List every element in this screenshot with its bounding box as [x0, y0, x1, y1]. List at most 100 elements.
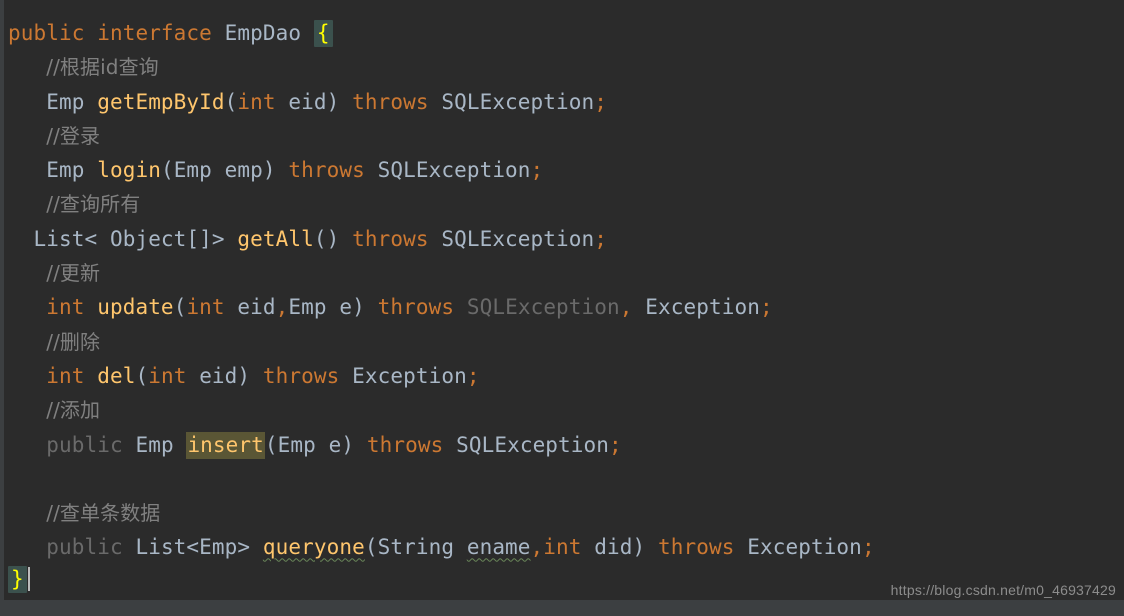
- brace-close-highlight: }: [8, 566, 27, 593]
- comment-update: //更新: [46, 261, 101, 286]
- keyword-throws: throws: [377, 295, 455, 320]
- semicolon: ;: [861, 535, 875, 560]
- comment-query-single-row: //查单条数据: [46, 501, 161, 526]
- return-type-list-emp: List<Emp>: [135, 535, 251, 560]
- param-eid: eid: [288, 89, 327, 114]
- method-queryone-error[interactable]: queryone: [263, 535, 365, 559]
- keyword-int: int: [237, 89, 276, 114]
- code-line-12[interactable]: //添加: [0, 393, 1124, 427]
- keyword-throws: throws: [658, 535, 735, 560]
- code-line-6[interactable]: //查询所有: [0, 187, 1124, 221]
- code-line-11[interactable]: int del(int eid) throws Exception;: [0, 359, 1124, 393]
- keyword-throws: throws: [366, 432, 444, 457]
- comma: ,: [619, 295, 633, 320]
- keyword-public-dimmed: public: [46, 535, 123, 560]
- paren-open: (: [224, 89, 238, 114]
- semicolon: ;: [594, 226, 608, 251]
- keyword-public: public: [8, 21, 85, 45]
- comment-query-all: //查询所有: [46, 192, 141, 217]
- code-line-2[interactable]: //根据id查询: [0, 50, 1124, 84]
- paren-open: (: [264, 432, 278, 457]
- brace-open-highlight: {: [313, 20, 333, 47]
- code-line-14-blank[interactable]: [0, 462, 1124, 496]
- paren-open: (: [160, 158, 174, 183]
- param-type-string: String: [377, 535, 455, 560]
- return-type-emp: Emp: [46, 158, 85, 183]
- keyword-int: int: [186, 295, 225, 320]
- code-line-10[interactable]: //删除: [0, 325, 1124, 359]
- param-type-emp: Emp: [173, 158, 212, 183]
- param-did: did: [594, 535, 633, 560]
- paren-close: ): [632, 535, 646, 560]
- semicolon: ;: [466, 363, 480, 388]
- param-e: e: [339, 295, 353, 320]
- method-insert-highlighted[interactable]: insert: [186, 431, 265, 459]
- keyword-int: int: [543, 535, 582, 560]
- comment-login: //登录: [46, 123, 101, 148]
- code-line-closing-brace[interactable]: }: [8, 564, 30, 594]
- keyword-int: int: [148, 363, 187, 388]
- code-line-3[interactable]: Emp getEmpById(int eid) throws SQLExcept…: [0, 85, 1124, 119]
- comment-get-by-id: //根据id查询: [46, 55, 159, 80]
- exception-sqlexception: SQLException: [441, 89, 595, 114]
- paren-close: ): [237, 363, 251, 388]
- method-del: del: [97, 363, 136, 388]
- return-type-emp: Emp: [46, 89, 85, 114]
- code-line-8[interactable]: //更新: [0, 256, 1124, 290]
- param-e: e: [328, 432, 342, 457]
- return-type-emp: Emp: [135, 432, 174, 457]
- paren-open: (: [173, 295, 187, 320]
- watermark-url: https://blog.csdn.net/m0_46937429: [890, 582, 1116, 598]
- param-eid: eid: [199, 363, 238, 388]
- code-editor[interactable]: public interface EmpDao { //根据id查询 Emp g…: [0, 0, 1124, 616]
- code-line-15[interactable]: //查单条数据: [0, 496, 1124, 530]
- param-ename-error[interactable]: ename: [467, 535, 531, 559]
- semicolon: ;: [530, 158, 544, 183]
- text-caret: [27, 567, 30, 591]
- exception-exception: Exception: [645, 295, 760, 320]
- paren-open: (: [364, 535, 378, 560]
- code-line-4[interactable]: //登录: [0, 119, 1124, 153]
- code-line-5[interactable]: Emp login(Emp emp) throws SQLException;: [0, 153, 1124, 187]
- param-emp: emp: [224, 158, 263, 183]
- method-getempbyid: getEmpById: [97, 89, 225, 114]
- comma: ,: [275, 295, 289, 320]
- code-content[interactable]: public interface EmpDao { //根据id查询 Emp g…: [0, 0, 1124, 565]
- code-line-1[interactable]: public interface EmpDao {: [0, 16, 1124, 50]
- code-line-16[interactable]: public List<Emp> queryone(String ename,i…: [0, 530, 1124, 564]
- parens-empty: (): [313, 226, 340, 251]
- paren-open: (: [135, 363, 149, 388]
- status-bar[interactable]: [0, 600, 1124, 616]
- return-type-list-object-array: List< Object[]>: [33, 226, 225, 251]
- exception-exception: Exception: [747, 535, 862, 560]
- keyword-throws: throws: [352, 89, 429, 114]
- keyword-interface: interface: [97, 21, 212, 45]
- code-line-9[interactable]: int update(int eid,Emp e) throws SQLExce…: [0, 290, 1124, 324]
- code-line-7[interactable]: List< Object[]> getAll() throws SQLExcep…: [0, 222, 1124, 256]
- paren-close: ): [352, 295, 365, 320]
- paren-close: ): [326, 89, 340, 114]
- code-line-13[interactable]: public Emp insert(Emp e) throws SQLExcep…: [0, 428, 1124, 462]
